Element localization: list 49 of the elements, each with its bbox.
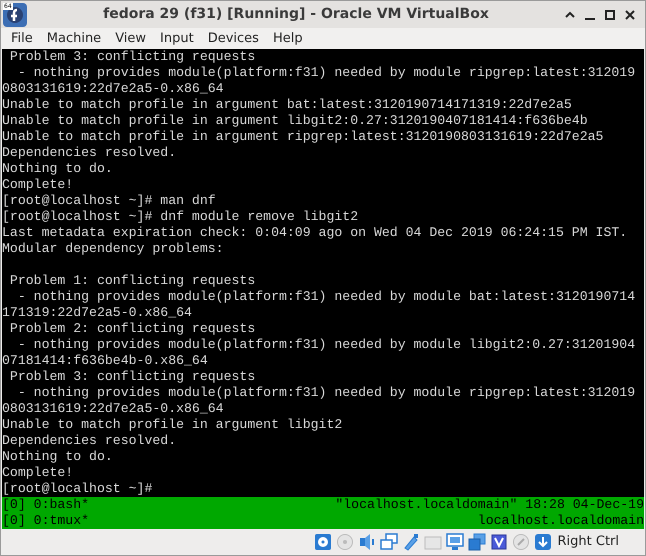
status-right: "localhost.localdomain" 18:28 04-Dec-19 <box>335 497 644 513</box>
maximize-icon[interactable] <box>605 10 615 20</box>
menu-item[interactable]: File <box>11 28 33 48</box>
terminal-line: Dependencies resolved. <box>2 145 176 161</box>
usb-icon[interactable] <box>402 533 420 551</box>
close-icon[interactable] <box>625 10 635 20</box>
menu-item[interactable]: Help <box>272 28 303 48</box>
menu-item[interactable]: Input <box>160 28 194 48</box>
terminal-line: - nothing provides module(platform:f31) needed by module ripgrep:latest:312019 <box>16 65 636 81</box>
monitors-icon[interactable] <box>380 533 398 551</box>
terminal-line: 0803131619:22d7e2a5-0.x86_64 <box>2 401 224 417</box>
terminal-line: Unable to match profile in argument libgit2:0.27:3120190407181414:f636be4b <box>2 113 588 129</box>
terminal-line: Complete! <box>2 177 74 193</box>
status-left: [0] 0:bash* <box>2 497 90 513</box>
terminal-line: Unable to match profile in argument bat:latest:3120190714171319:22d7e2a5 <box>2 97 572 113</box>
windows-icon[interactable] <box>468 533 486 551</box>
terminal-line: [root@localhost ~]# man dnf <box>2 193 216 209</box>
chevron-up-icon[interactable] <box>565 11 575 18</box>
terminal-line: Problem 2: conflicting requests <box>8 321 256 337</box>
terminal-line: Unable to match profile in argument ripgrep:latest:3120190803131619:22d7e2a5 <box>2 129 604 145</box>
terminal-line: Unable to match profile in argument libgit2 <box>2 417 342 433</box>
logo-icon <box>3 2 27 26</box>
terminal-line: Dependencies resolved. <box>2 433 176 449</box>
terminal-line: - nothing provides module(platform:f31) needed by module libgit2:0.27:31201904 <box>16 337 636 353</box>
terminal-line: Modular dependency problems: <box>2 241 224 257</box>
terminal-line: Complete! <box>2 465 74 481</box>
terminal-line: - nothing provides module(platform:f31) needed by module ripgrep:latest:312019 <box>16 385 636 401</box>
host-key-label: Right Ctrl <box>558 533 619 552</box>
terminal-line: 0803131619:22d7e2a5-0.x86_64 <box>2 81 224 97</box>
menu-item[interactable]: Devices <box>208 28 259 48</box>
chip-icon[interactable] <box>490 533 508 551</box>
status-left: [0] 0:tmux* <box>2 513 90 529</box>
terminal-line: [root@localhost ~]# dnf module remove libgit2 <box>2 209 358 225</box>
terminal-line: Nothing to do. <box>2 161 113 177</box>
terminal-line: 171319:22d7e2a5-0.x86_64 <box>2 305 192 321</box>
monitor-icon[interactable] <box>446 533 464 551</box>
terminal-line: - nothing provides module(platform:f31) needed by module bat:latest:3120190714 <box>16 289 636 305</box>
menu-item[interactable]: Machine <box>46 28 102 48</box>
terminal-line: Nothing to do. <box>2 449 113 465</box>
terminal-line: 07181414:f636be4b-0.x86_64 <box>2 353 208 369</box>
terminal-line: Problem 1: conflicting requests <box>8 273 256 289</box>
terminal-line: Problem 3: conflicting requests <box>8 49 256 65</box>
status-right: localhost.localdomain <box>478 513 644 529</box>
terminal-line: Last metadata expiration check: 0:04:09 ago on Wed 04 Dec 2019 06:24:15 PM IST. <box>2 225 628 241</box>
menu-item[interactable]: View <box>115 28 146 48</box>
terminal-line: [root@localhost ~]# <box>2 481 152 497</box>
speaker-icon[interactable] <box>358 533 376 551</box>
window-title: fedora 29 (f31) [Running] - Oracle VM VirtualBox <box>102 5 490 24</box>
terminal-line: Problem 3: conflicting requests <box>8 369 256 385</box>
